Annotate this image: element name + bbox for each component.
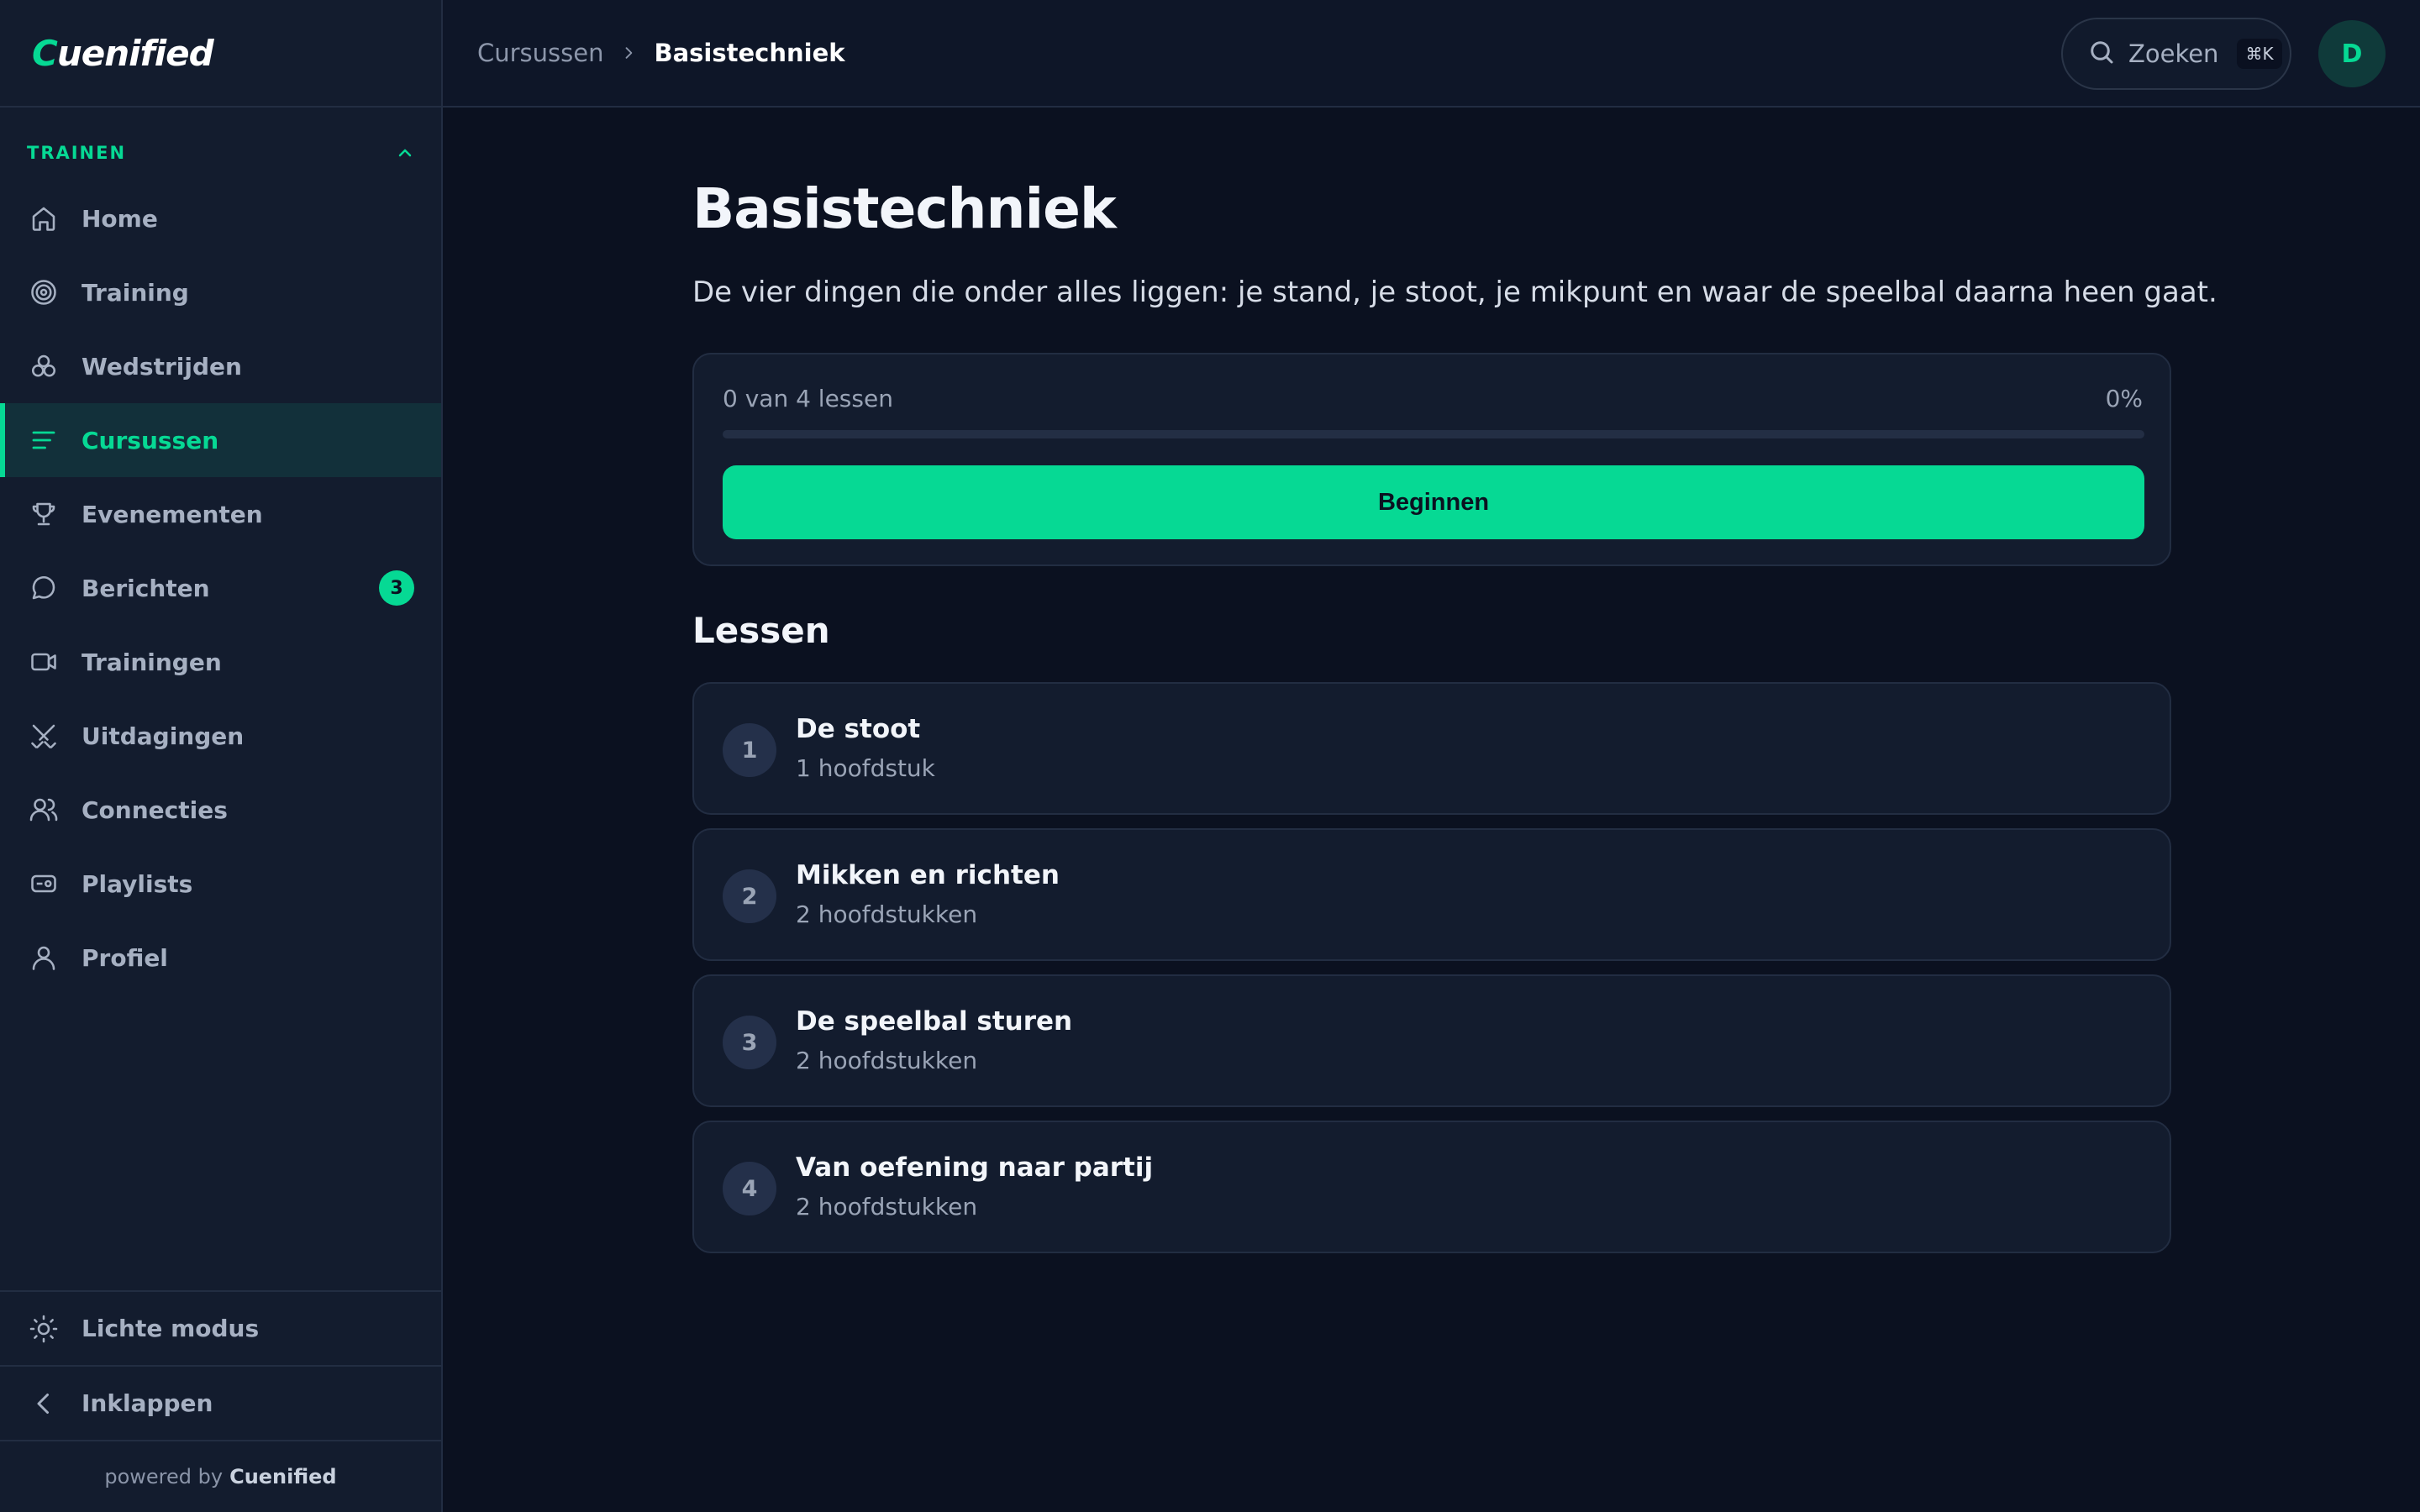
lesson-card[interactable]: 2 Mikken en richten 2 hoofdstukken (692, 828, 2171, 961)
sidebar-item-label: Wedstrijden (82, 352, 242, 381)
sidebar-item-profiel[interactable]: Profiel (0, 921, 441, 995)
start-button[interactable]: Beginnen (723, 465, 2144, 539)
chevron-up-icon[interactable] (395, 143, 415, 163)
sidebar-item-label: Home (82, 204, 158, 233)
balls-icon (28, 350, 60, 382)
list-icon (28, 424, 60, 456)
lesson-card[interactable]: 1 De stoot 1 hoofdstuk (692, 682, 2171, 815)
sidebar-item-label: Connecties (82, 795, 228, 824)
breadcrumb-current: Basistechniek (654, 39, 845, 67)
lesson-chapters: 2 hoofdstukken (796, 1193, 978, 1221)
avatar[interactable]: D (2318, 20, 2386, 87)
breadcrumb: Cursussen Basistechniek (477, 0, 845, 106)
lesson-chapters: 1 hoofdstuk (796, 754, 935, 782)
theme-toggle-label: Lichte modus (82, 1315, 260, 1342)
sidebar-item-evenementen[interactable]: Evenementen (0, 477, 441, 551)
progress-bar (723, 430, 2144, 438)
search-button[interactable]: Zoeken ⌘K (2061, 18, 2291, 90)
lesson-number: 3 (723, 1016, 776, 1069)
trophy-icon (28, 498, 60, 530)
section-label: TRAINEN (27, 143, 127, 163)
lessons-heading: Lessen (692, 610, 830, 651)
unread-badge: 3 (379, 570, 414, 606)
collapse-label: Inklappen (82, 1389, 213, 1417)
page-title: Basistechniek (692, 176, 1117, 241)
playlist-icon (28, 868, 60, 900)
users-icon (28, 794, 60, 826)
search-icon (2086, 37, 2117, 71)
target-icon (28, 276, 60, 308)
lesson-title: Mikken en richten (796, 860, 1060, 890)
sidebar-item-cursussen[interactable]: Cursussen (0, 403, 441, 477)
powered-brand: Cuenified (229, 1465, 337, 1488)
sun-icon (28, 1313, 60, 1345)
sidebar-item-training[interactable]: Training (0, 255, 441, 329)
course-description: De vier dingen die onder alles liggen: j… (692, 276, 2217, 309)
theme-toggle-button[interactable]: Lichte modus (0, 1290, 441, 1365)
sidebar-nav: Home Training Wedstrijden Cursussen Even… (0, 181, 441, 995)
lesson-number: 2 (723, 869, 776, 923)
logo-area: Cuenified (0, 0, 441, 108)
sidebar-item-label: Cursussen (82, 426, 219, 454)
sidebar-item-wedstrijden[interactable]: Wedstrijden (0, 329, 441, 403)
chevron-left-icon (28, 1388, 60, 1420)
sidebar-item-label: Evenementen (82, 500, 263, 528)
top-bar: Cursussen Basistechniek Zoeken ⌘K D (443, 0, 2420, 108)
collapse-sidebar-button[interactable]: Inklappen (0, 1365, 441, 1440)
lesson-number: 4 (723, 1162, 776, 1215)
sidebar-item-label: Profiel (82, 943, 168, 972)
sidebar-item-label: Trainingen (82, 648, 222, 676)
sidebar-item-uitdagingen[interactable]: Uitdagingen (0, 699, 441, 773)
chat-icon (28, 572, 60, 604)
video-icon (28, 646, 60, 678)
lesson-card[interactable]: 3 De speelbal sturen 2 hoofdstukken (692, 974, 2171, 1107)
breadcrumb-cursussen[interactable]: Cursussen (477, 39, 603, 67)
search-shortcut: ⌘K (2237, 39, 2282, 69)
sidebar-item-playlists[interactable]: Playlists (0, 847, 441, 921)
lesson-number: 1 (723, 723, 776, 777)
lesson-title: Van oefening naar partij (796, 1152, 1154, 1183)
powered-by: powered by Cuenified (0, 1440, 441, 1512)
section-header-trainen[interactable]: TRAINEN (27, 143, 415, 163)
sidebar-item-label: Training (82, 278, 189, 307)
sidebar-item-home[interactable]: Home (0, 181, 441, 255)
logo[interactable]: Cuenified (32, 33, 214, 74)
sidebar-footer: Lichte modus Inklappen powered by Cuenif… (0, 1290, 441, 1512)
swords-icon (28, 720, 60, 752)
progress-card: 0 van 4 lessen 0% Beginnen (692, 353, 2171, 566)
lesson-chapters: 2 hoofdstukken (796, 1047, 978, 1074)
sidebar-item-label: Uitdagingen (82, 722, 245, 750)
sidebar-item-berichten[interactable]: Berichten 3 (0, 551, 441, 625)
progress-percent: 0% (2105, 385, 2143, 412)
search-label: Zoeken (2128, 39, 2219, 68)
sidebar: Cuenified TRAINEN Home Training Wedstrij… (0, 0, 443, 1512)
sidebar-item-connecties[interactable]: Connecties (0, 773, 441, 847)
sidebar-item-label: Berichten (82, 574, 210, 602)
chevron-right-icon (626, 47, 633, 59)
sidebar-item-label: Playlists (82, 869, 193, 898)
lesson-title: De stoot (796, 714, 921, 744)
sidebar-item-trainingen[interactable]: Trainingen (0, 625, 441, 699)
lesson-title: De speelbal sturen (796, 1006, 1073, 1037)
user-icon (28, 942, 60, 974)
home-icon (28, 202, 60, 234)
lesson-card[interactable]: 4 Van oefening naar partij 2 hoofdstukke… (692, 1121, 2171, 1253)
progress-text: 0 van 4 lessen (723, 385, 893, 412)
lesson-chapters: 2 hoofdstukken (796, 900, 978, 928)
